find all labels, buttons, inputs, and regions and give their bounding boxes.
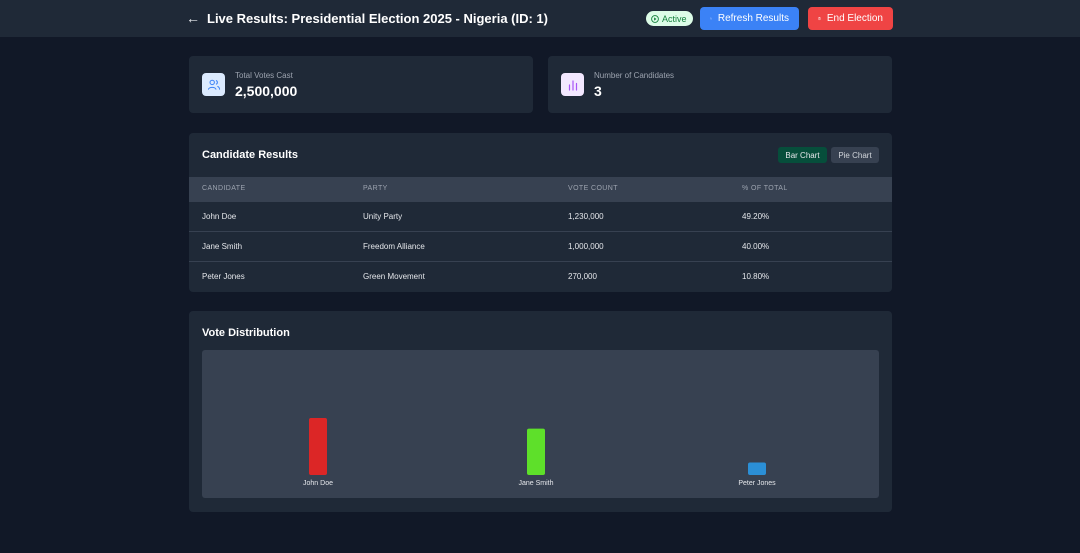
total-votes-value: 2,500,000 [235,83,298,99]
results-table: CANDIDATE PARTY VOTE COUNT % OF TOTAL Jo… [189,177,892,291]
left-arrow-icon[interactable]: ← [186,10,200,26]
candidate-results-card: Candidate Results Bar Chart Pie Chart CA… [189,133,892,292]
vote-count: 270,000 [568,271,597,281]
vote-distribution-card: Vote Distribution John Doe Jane Smith Pete… [189,311,892,512]
status-label: Active [662,13,687,24]
party-name: Freedom Alliance [363,241,425,251]
vote-bar-chart: John Doe Jane Smith Peter Jones [303,418,776,487]
total-votes-label: Total Votes Cast [235,71,293,80]
pie-chart-toggle[interactable]: Pie Chart [831,147,879,163]
vote-percent: 49.20% [742,211,770,221]
total-votes-card: Total Votes Cast 2,500,000 [189,56,533,113]
end-election-label: End Election [826,13,883,24]
page-title: Live Results: Presidential Election 2025… [207,11,548,26]
candidate-results-title: Candidate Results [202,149,298,161]
party-name: Green Movement [363,271,425,281]
bar-jane-smith [527,428,545,475]
column-header-vote-count: VOTE COUNT [568,185,618,193]
vote-percent: 10.80% [742,271,770,281]
x-tick-label: Jane Smith [518,480,553,487]
candidates-count-value: 3 [594,83,602,99]
status-badge: Active [646,11,693,26]
vote-count: 1,230,000 [568,211,604,221]
vote-count: 1,000,000 [568,241,604,251]
top-bar: ← Live Results: Presidential Election 20… [0,0,1080,37]
play-icon [651,14,659,23]
x-tick-label: John Doe [303,480,333,487]
table-row: Jane Smith Freedom Alliance 1,000,000 40… [189,231,892,261]
bar-chart-toggle[interactable]: Bar Chart [778,147,827,163]
table-row: John Doe Unity Party 1,230,000 49.20% [189,201,892,231]
candidates-count-label: Number of Candidates [594,71,675,80]
bar-peter-jones [748,462,766,475]
bar-chart-area: John Doe Jane Smith Peter Jones [202,350,879,498]
refresh-icon [710,17,712,20]
bar-chart-icon [561,73,584,96]
trash-icon [818,17,821,20]
candidate-name: John Doe [202,211,237,221]
bar-john-doe [309,418,327,475]
vote-percent: 40.00% [742,241,770,251]
column-header-party: PARTY [363,185,388,193]
candidate-name: Peter Jones [202,271,245,281]
users-icon [202,73,225,96]
column-header-candidate: CANDIDATE [202,185,246,193]
table-row: Peter Jones Green Movement 270,000 10.80… [189,261,892,291]
x-tick-label: Peter Jones [738,480,776,487]
candidates-count-card: Number of Candidates 3 [548,56,892,113]
vote-distribution-title: Vote Distribution [202,327,290,339]
table-header-row: CANDIDATE PARTY VOTE COUNT % OF TOTAL [189,177,892,201]
party-name: Unity Party [363,211,403,221]
column-header-percent: % OF TOTAL [742,185,788,193]
refresh-results-button[interactable]: Refresh Results [700,7,799,30]
refresh-results-label: Refresh Results [717,13,789,24]
end-election-button[interactable]: End Election [808,7,893,30]
candidate-name: Jane Smith [202,241,243,251]
